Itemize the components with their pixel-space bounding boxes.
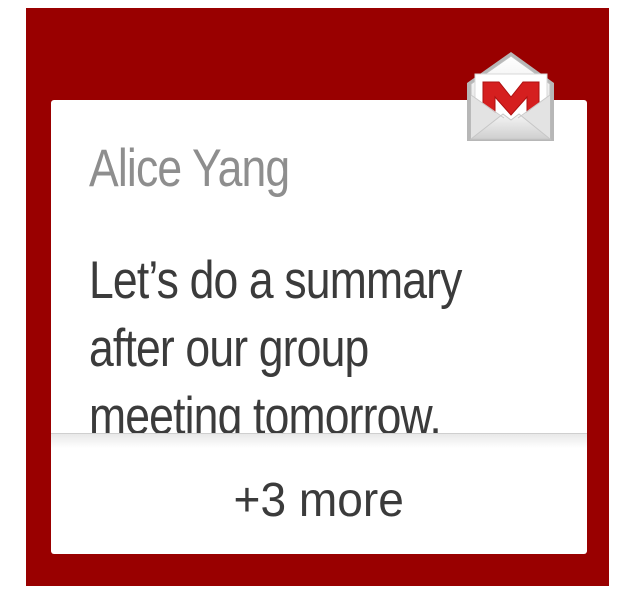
more-notifications-button[interactable]: +3 more [51, 447, 587, 554]
card-divider [51, 433, 587, 448]
gmail-notification-card[interactable]: Alice Yang Let’s do a summary after our … [51, 100, 587, 554]
more-notifications-label: +3 more [233, 474, 405, 527]
message-preview: Let’s do a summary after our group meeti… [89, 251, 462, 446]
sender-name: Alice Yang [89, 139, 290, 198]
gmail-envelope-icon [467, 52, 554, 141]
watch-notification-screen: Alice Yang Let’s do a summary after our … [26, 8, 609, 586]
